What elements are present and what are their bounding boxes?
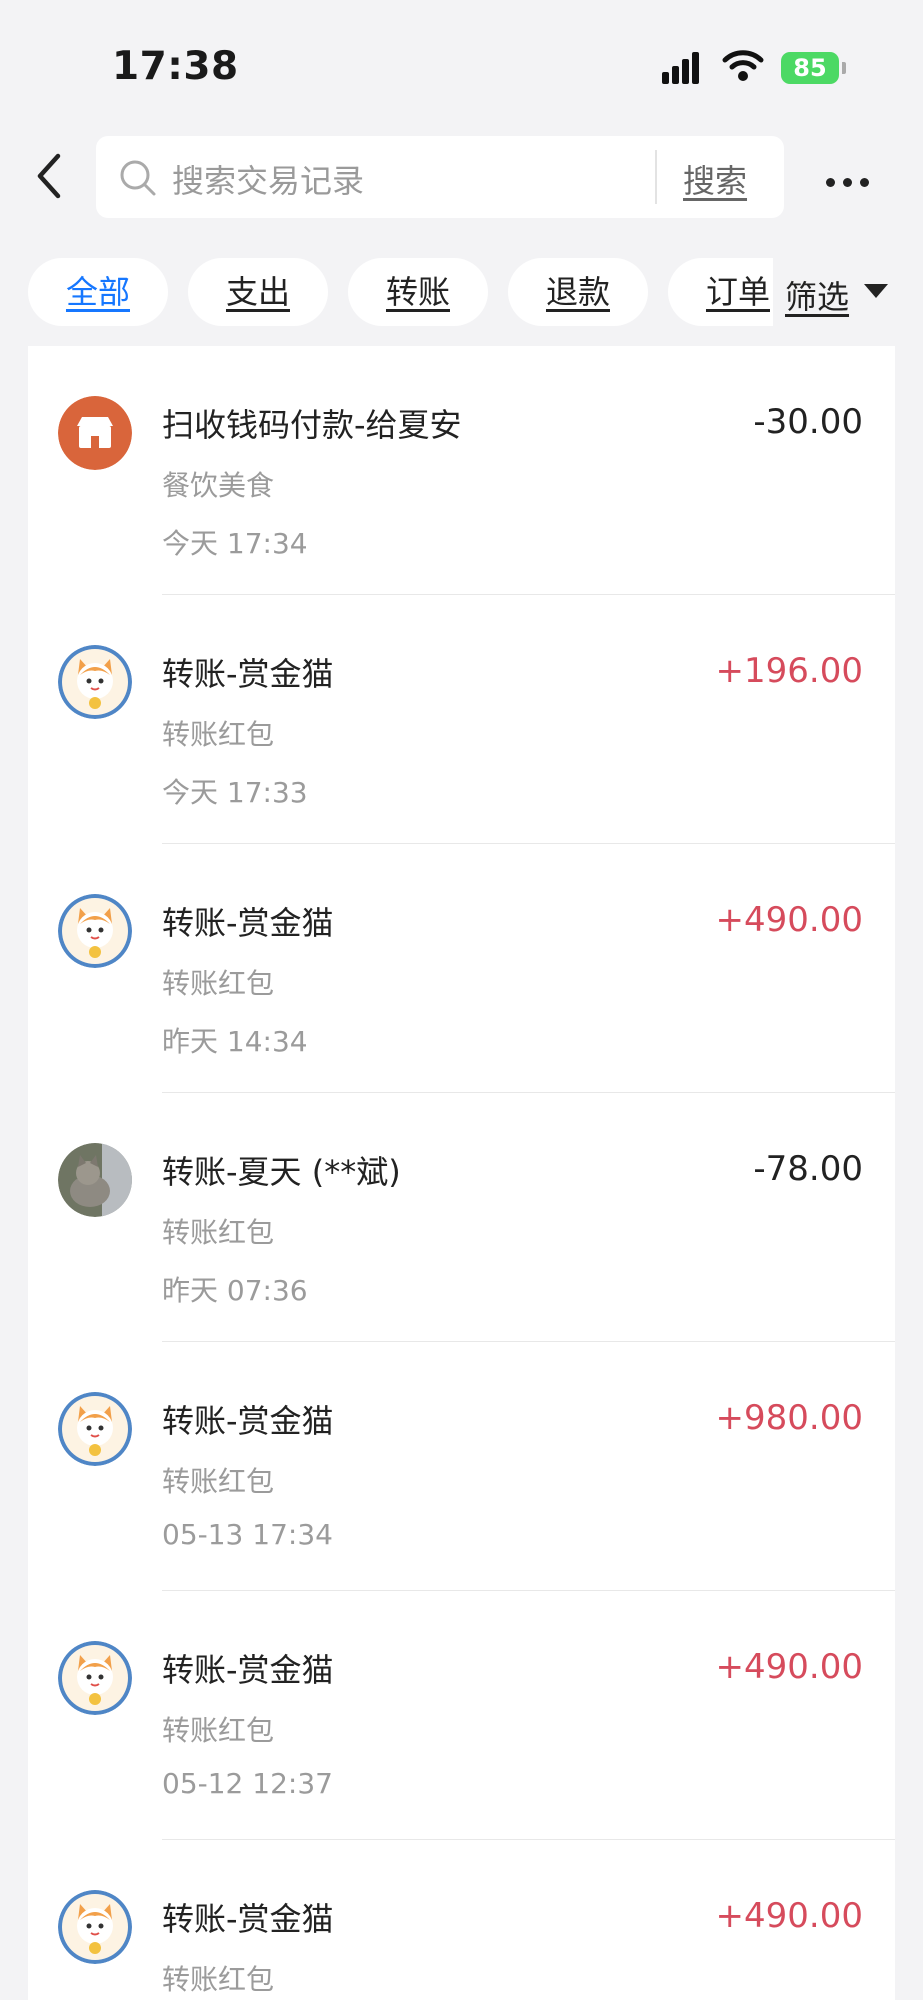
transaction-title: 转账-赏金猫	[162, 655, 334, 693]
back-arrow-icon[interactable]	[30, 150, 70, 202]
search-divider	[655, 150, 657, 204]
filter-tabs: 全部 支出 转账 退款 订单	[0, 258, 773, 326]
transaction-list: 扫收钱码付款-给夏安 餐饮美食 今天 17:34 -30.00 转账-赏金猫 转…	[28, 346, 895, 2000]
lucky-cat-avatar-icon	[58, 1890, 132, 1964]
transaction-row[interactable]: 转账-赏金猫 转账红包 05-12 12:37 +490.00	[28, 1591, 895, 1840]
tab-expense[interactable]: 支出	[188, 258, 328, 326]
filter-button[interactable]: 筛选	[785, 272, 849, 318]
transaction-amount: -30.00	[753, 402, 863, 442]
transaction-amount: +490.00	[715, 1896, 863, 1936]
transaction-title: 转账-赏金猫	[162, 1900, 334, 1938]
transaction-amount: +490.00	[715, 900, 863, 940]
status-time: 17:38	[112, 44, 239, 89]
transaction-amount: +490.00	[715, 1647, 863, 1687]
cellular-signal-icon	[662, 52, 708, 84]
lucky-cat-avatar-icon	[58, 1392, 132, 1466]
transaction-time: 今天 17:33	[162, 776, 308, 809]
tab-transfer[interactable]: 转账	[348, 258, 488, 326]
transaction-time: 05-13 17:34	[162, 1518, 333, 1551]
transaction-category: 转账红包	[162, 1714, 275, 1747]
transaction-title: 转账-赏金猫	[162, 904, 334, 942]
transaction-category: 转账红包	[162, 1465, 275, 1498]
tab-all[interactable]: 全部	[28, 258, 168, 326]
more-options-icon[interactable]	[826, 172, 877, 191]
transaction-category: 转账红包	[162, 718, 275, 751]
transaction-amount: +196.00	[715, 651, 863, 691]
transaction-time: 今天 17:34	[162, 527, 308, 560]
wifi-icon	[722, 50, 764, 81]
filter-label: 筛选	[785, 278, 850, 316]
search-icon	[120, 160, 156, 196]
transaction-time: 昨天 14:34	[162, 1025, 308, 1058]
transaction-row[interactable]: 转账-赏金猫 转账红包 今天 17:33 +196.00	[28, 595, 895, 844]
lucky-cat-avatar-icon	[58, 894, 132, 968]
transaction-time: 昨天 07:36	[162, 1274, 308, 1307]
battery-level: 85	[793, 54, 827, 82]
transaction-title: 转账-赏金猫	[162, 1402, 334, 1440]
transaction-row[interactable]: 转账-赏金猫 转账红包 05-13 17:34 +980.00	[28, 1342, 895, 1591]
search-input[interactable]: 搜索交易记录	[172, 156, 364, 202]
battery-nub	[842, 62, 846, 74]
transaction-title: 转账-夏天 (**斌)	[162, 1153, 401, 1191]
transaction-row[interactable]: 转账-夏天 (**斌) 转账红包 昨天 07:36 -78.00	[28, 1093, 895, 1342]
tab-refund[interactable]: 退款	[508, 258, 648, 326]
search-button[interactable]: 搜索	[683, 156, 747, 202]
transaction-time: 05-12 12:37	[162, 1767, 333, 1800]
transaction-category: 转账红包	[162, 1216, 275, 1249]
transaction-category: 餐饮美食	[162, 469, 275, 502]
transaction-title: 转账-赏金猫	[162, 1651, 334, 1689]
filter-dropdown-icon[interactable]	[864, 284, 888, 298]
store-icon	[58, 396, 132, 470]
transaction-category: 转账红包	[162, 1963, 275, 1996]
transaction-row[interactable]: 转账-赏金猫 转账红包 +490.00	[28, 1840, 895, 2000]
lucky-cat-avatar-icon	[58, 1641, 132, 1715]
transaction-row[interactable]: 转账-赏金猫 转账红包 昨天 14:34 +490.00	[28, 844, 895, 1093]
transaction-category: 转账红包	[162, 967, 275, 1000]
tab-order[interactable]: 订单	[668, 258, 773, 326]
transaction-title: 扫收钱码付款-给夏安	[162, 406, 462, 444]
battery-indicator: 85	[781, 52, 839, 84]
cat-photo-avatar-icon	[58, 1143, 132, 1217]
transaction-amount: +980.00	[715, 1398, 863, 1438]
lucky-cat-avatar-icon	[58, 645, 132, 719]
transaction-row[interactable]: 扫收钱码付款-给夏安 餐饮美食 今天 17:34 -30.00	[28, 346, 895, 595]
transaction-amount: -78.00	[753, 1149, 863, 1189]
